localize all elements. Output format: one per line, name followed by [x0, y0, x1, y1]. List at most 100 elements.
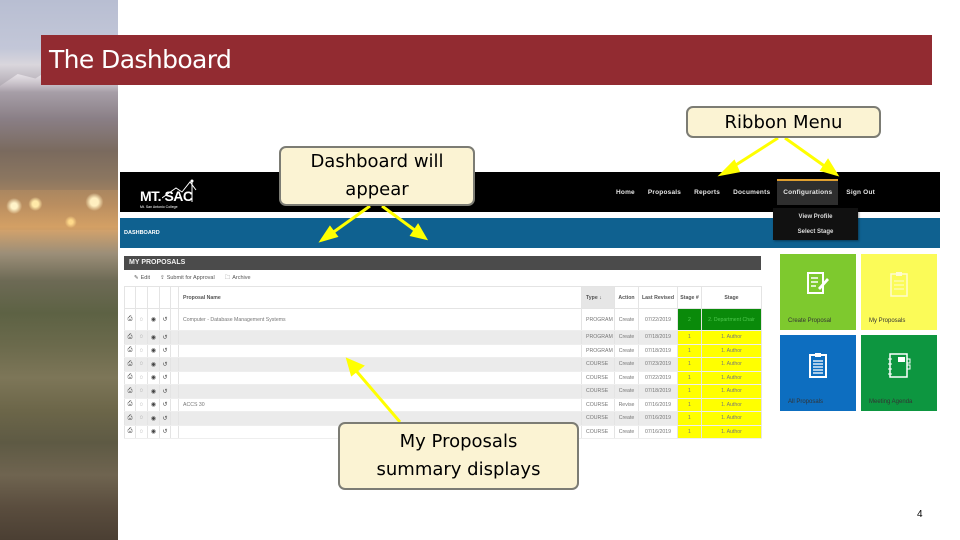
view-icon[interactable]: ◉ [147, 344, 160, 358]
history-icon[interactable]: ↺ [159, 330, 171, 345]
approve-icon[interactable]: ◌ [135, 398, 148, 412]
table-row[interactable]: ⎙ ◌ ◉ ↺ Computer - Database Management Syste… [124, 308, 762, 331]
college-logo[interactable]: MT. SAC Mt. San Antonio College [140, 178, 220, 210]
approve-icon[interactable]: ◌ [135, 308, 148, 331]
table-row[interactable]: ⎙ ◌ ◉ ↺ COURSE Create 07/22/2019 1 1. Author [124, 371, 762, 385]
view-icon[interactable]: ◉ [147, 308, 160, 331]
proposal-name-cell: ACCS 30 [178, 398, 582, 412]
action-cell: Revise [614, 398, 639, 412]
history-icon[interactable]: ↺ [159, 308, 171, 331]
table-row[interactable]: ⎙ ◌ ◉ ↺ PROGRAM Create 07/18/2019 1 1. Author [124, 330, 762, 345]
stage-cell: 1. Author [701, 344, 762, 358]
history-icon[interactable]: ↺ [159, 357, 171, 372]
print-icon[interactable]: ⎙ [124, 411, 136, 426]
view-icon[interactable]: ◉ [147, 371, 160, 385]
edit-document-icon [807, 272, 829, 294]
tile-label: Meeting Agenda [869, 399, 913, 405]
archive-button[interactable]: 🗀 Archive [225, 274, 251, 283]
table-row[interactable]: ⎙ ◌ ◉ ↺ COURSE Create 07/18/2019 1 1. Author [124, 384, 762, 399]
stage-cell: 1. Author [701, 398, 762, 412]
clipboard-list-icon [809, 353, 827, 378]
approve-icon[interactable]: ◌ [135, 425, 148, 439]
approve-icon[interactable]: ◌ [135, 411, 148, 426]
clipboard-icon [890, 272, 908, 297]
col-stage-number[interactable]: Stage # [677, 286, 702, 309]
history-col-header [159, 286, 171, 309]
tile-label: All Proposals [788, 399, 824, 405]
edit-button[interactable]: ✎ Edit [134, 275, 150, 281]
submit-for-approval-button[interactable]: ⇪ Submit for Approval [160, 275, 215, 281]
approve-icon[interactable]: ◌ [135, 357, 148, 372]
nav-documents[interactable]: Documents [733, 189, 770, 196]
callout-ribbon-menu: Ribbon Menu [686, 106, 881, 138]
col-action[interactable]: Action [614, 286, 639, 309]
nav-home[interactable]: Home [616, 189, 635, 196]
spacer-cell [170, 398, 179, 412]
callout-dashboard: Dashboard will appear [279, 146, 475, 206]
action-cell: Create [614, 308, 639, 331]
view-icon[interactable]: ◉ [147, 398, 160, 412]
stage-number-cell: 1 [677, 425, 702, 439]
view-icon[interactable]: ◉ [147, 425, 160, 439]
print-col-header [124, 286, 136, 309]
history-icon[interactable]: ↺ [159, 398, 171, 412]
spacer-cell [170, 308, 179, 331]
proposals-toolbar: ✎ Edit ⇪ Submit for Approval 🗀 Archive [124, 270, 761, 286]
notebook-icon [888, 353, 911, 378]
col-proposal-name[interactable]: Proposal Name [178, 286, 582, 309]
history-icon[interactable]: ↺ [159, 384, 171, 399]
stage-number-cell: 1 [677, 384, 702, 399]
menu-view-profile[interactable]: View Profile [773, 211, 858, 223]
history-icon[interactable]: ↺ [159, 344, 171, 358]
approve-icon[interactable]: ◌ [135, 384, 148, 399]
menu-select-stage[interactable]: Select Stage [773, 226, 858, 238]
table-row[interactable]: ⎙ ◌ ◉ ↺ COURSE Create 07/23/2019 1 1. Author [124, 357, 762, 372]
print-icon[interactable]: ⎙ [124, 344, 136, 358]
history-icon[interactable]: ↺ [159, 425, 171, 439]
view-icon[interactable]: ◉ [147, 411, 160, 426]
table-header-row: Proposal Name Type ↓ Action Last Revised… [124, 286, 762, 309]
view-icon[interactable]: ◉ [147, 384, 160, 399]
print-icon[interactable]: ⎙ [124, 384, 136, 399]
tile-create-proposal[interactable]: Create Proposal [780, 254, 856, 330]
approve-icon[interactable]: ◌ [135, 330, 148, 345]
approve-icon[interactable]: ◌ [135, 371, 148, 385]
last-revised-cell: 07/16/2019 [638, 425, 678, 439]
proposal-name-cell [178, 357, 582, 372]
type-cell: COURSE [581, 371, 615, 385]
nav-proposals[interactable]: Proposals [648, 189, 681, 196]
tile-all-proposals[interactable]: All Proposals [780, 335, 856, 411]
action-cell: Create [614, 357, 639, 372]
col-type[interactable]: Type ↓ [581, 286, 615, 309]
history-icon[interactable]: ↺ [159, 371, 171, 385]
view-col-header [147, 286, 160, 309]
history-icon[interactable]: ↺ [159, 411, 171, 426]
table-row[interactable]: ⎙ ◌ ◉ ↺ ACCS 30 COURSE Revise 07/16/2019 1 1. Aut… [124, 398, 762, 412]
logo-text: MT. SAC [140, 188, 193, 204]
table-row[interactable]: ⎙ ◌ ◉ ↺ PROGRAM Create 07/18/2019 1 1. Author [124, 344, 762, 358]
col-stage[interactable]: Stage [701, 286, 762, 309]
nav-configurations[interactable]: Configurations [777, 179, 839, 205]
view-icon[interactable]: ◉ [147, 330, 160, 345]
print-icon[interactable]: ⎙ [124, 371, 136, 385]
print-icon[interactable]: ⎙ [124, 398, 136, 412]
nav-reports[interactable]: Reports [694, 189, 720, 196]
approve-icon[interactable]: ◌ [135, 344, 148, 358]
view-icon[interactable]: ◉ [147, 357, 160, 372]
proposal-name-cell: Computer - Database Management Systems [178, 308, 582, 331]
last-revised-cell: 07/22/2019 [638, 308, 678, 331]
print-icon[interactable]: ⎙ [124, 357, 136, 372]
tile-meeting-agenda[interactable]: Meeting Agenda [861, 335, 937, 411]
nav-sign-out[interactable]: Sign Out [846, 189, 875, 196]
action-cell: Create [614, 425, 639, 439]
col-last-revised[interactable]: Last Revised [638, 286, 678, 309]
tile-my-proposals[interactable]: My Proposals [861, 254, 937, 330]
print-icon[interactable]: ⎙ [124, 330, 136, 345]
table-body: ⎙ ◌ ◉ ↺ Computer - Database Management Syste… [124, 308, 762, 439]
print-icon[interactable]: ⎙ [124, 308, 136, 331]
tile-label: My Proposals [869, 318, 906, 324]
print-icon[interactable]: ⎙ [124, 425, 136, 439]
title-bar: The Dashboard [41, 35, 932, 85]
type-cell: COURSE [581, 425, 615, 439]
action-cell: Create [614, 330, 639, 345]
